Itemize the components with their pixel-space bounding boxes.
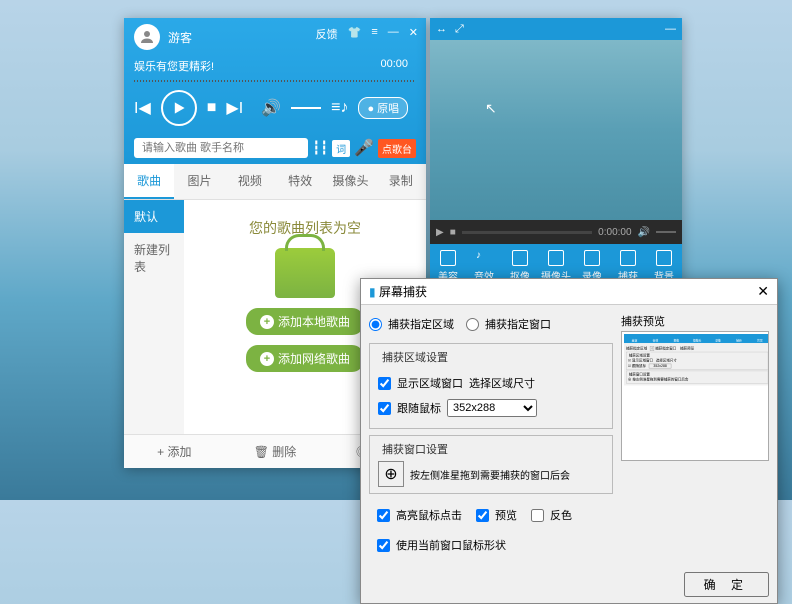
equalizer-icon[interactable]: ┇┇ [312, 140, 328, 156]
ok-button[interactable]: 确 定 [684, 572, 769, 597]
video-stop-button[interactable]: ■ [450, 227, 456, 238]
menu-icon[interactable]: ≡ [371, 26, 377, 42]
player-tabs: 歌曲 图片 视频 特效 摄像头 录制 [124, 164, 426, 200]
record-icon [584, 250, 600, 266]
drag-hint-text: 按左侧准星拖到需要捕获的窗口后会 [410, 467, 570, 482]
tab-image[interactable]: 图片 [174, 164, 224, 199]
tab-camera[interactable]: 摄像头 [325, 164, 375, 199]
size-label: 选择区域尺寸 [469, 375, 535, 391]
stop-button[interactable]: ■ [207, 99, 217, 117]
shirt-icon[interactable]: 👕 [348, 26, 362, 42]
player-header: 游客 反馈 👕 ≡ — ✕ 娱乐有您更精彩! 00:00 I◀ ■ ▶I 🔊 ≡… [124, 18, 426, 164]
background-icon [656, 250, 672, 266]
radio-capture-region[interactable]: 捕获指定区域 [369, 316, 454, 332]
capture-icon [620, 250, 636, 266]
screen-capture-dialog: ▮ 屏幕捕获 ✕ 捕获指定区域 捕获指定窗口 捕获区域设置 显示区域窗口 选择区… [360, 278, 778, 604]
close-icon[interactable]: ✕ [409, 26, 418, 42]
video-minimize-icon[interactable]: — [665, 23, 676, 35]
beauty-icon [440, 250, 456, 266]
tab-record[interactable]: 录制 [376, 164, 426, 199]
dialog-title: 屏幕捕获 [379, 285, 427, 299]
live-badge[interactable]: 点歌台 [378, 139, 416, 158]
check-use-cursor[interactable]: 使用当前窗口鼠标形状 [377, 537, 506, 553]
add-network-button[interactable]: +添加网络歌曲 [246, 345, 364, 372]
check-highlight-click[interactable]: 高亮鼠标点击 [377, 507, 462, 523]
check-preview[interactable]: 预览 [476, 507, 517, 523]
sidebar-item-newlist[interactable]: 新建列表 [124, 233, 184, 283]
sidebar-item-default[interactable]: 默认 [124, 200, 184, 233]
playlist-sidebar: 默认 新建列表 [124, 200, 184, 434]
volume-slider[interactable] [291, 107, 321, 109]
next-button[interactable]: ▶I [226, 98, 243, 118]
slogan-text: 娱乐有您更精彩! [134, 58, 214, 74]
original-vocal-toggle[interactable]: ● 原唱 [358, 97, 408, 119]
cursor-icon: ↖ [485, 100, 497, 117]
video-volume-icon[interactable]: 🔊 [638, 227, 650, 238]
check-follow-mouse[interactable]: 跟随鼠标 [378, 400, 441, 416]
region-settings-group: 捕获区域设置 显示区域窗口 选择区域尺寸 跟随鼠标 352x288 [369, 343, 613, 429]
video-play-button[interactable]: ▶ [436, 227, 444, 238]
tab-video[interactable]: 视频 [225, 164, 275, 199]
playlist-icon[interactable]: ≡♪ [331, 99, 348, 117]
time-display: 00:00 [380, 58, 408, 74]
dialog-titlebar: ▮ 屏幕捕获 ✕ [361, 279, 777, 305]
camera-icon [548, 250, 564, 266]
prev-button[interactable]: I◀ [134, 98, 151, 118]
capture-preview: 美容音效抠像摄像头录像捕获背景 捕获指定区域 ○ 捕获指定窗口 捕获预览 捕获区… [621, 331, 769, 461]
play-button[interactable] [161, 90, 197, 126]
video-titlebar: ↔ ⤢ — [430, 18, 682, 40]
matting-icon [512, 250, 528, 266]
feedback-link[interactable]: 反馈 [316, 26, 338, 42]
footer-delete[interactable]: 🗑 删除 [225, 435, 326, 468]
expand-icon[interactable]: ⤢ [455, 23, 464, 36]
mic-icon[interactable]: 🎤 [354, 138, 374, 158]
video-display: ↖ [430, 40, 682, 220]
username: 游客 [168, 29, 192, 46]
back-arrow-icon[interactable]: ↔ [436, 23, 447, 35]
radio-capture-window[interactable]: 捕获指定窗口 [466, 316, 551, 332]
crosshair-picker[interactable]: ⊕ [378, 461, 404, 487]
search-input[interactable] [134, 138, 308, 158]
video-player-window: ↔ ⤢ — ↖ ▶ ■ 0:00:00 🔊 美容 ♪音效 抠像 摄像头 录像 捕… [430, 18, 682, 288]
window-settings-group: 捕获窗口设置 ⊕ 按左侧准星拖到需要捕获的窗口后会 [369, 435, 613, 494]
tab-effect[interactable]: 特效 [275, 164, 325, 199]
progress-bar[interactable] [134, 80, 416, 82]
basket-icon [275, 248, 335, 298]
check-invert[interactable]: 反色 [531, 507, 572, 523]
video-seek-bar[interactable] [462, 231, 592, 234]
lyric-button[interactable]: 词 [332, 140, 350, 157]
tab-song[interactable]: 歌曲 [124, 164, 174, 199]
video-time: 0:00:00 [598, 227, 631, 238]
preview-label: 捕获预览 [621, 313, 769, 329]
video-controls: ▶ ■ 0:00:00 🔊 [430, 220, 682, 244]
sound-icon: ♪ [476, 250, 492, 266]
dialog-close-icon[interactable]: ✕ [757, 283, 769, 300]
footer-add[interactable]: + 添加 [124, 435, 225, 468]
add-local-button[interactable]: +添加本地歌曲 [246, 308, 364, 335]
check-show-region-window[interactable]: 显示区域窗口 [378, 375, 463, 391]
avatar[interactable] [134, 24, 160, 50]
playback-controls: I◀ ■ ▶I 🔊 ≡♪ ● 原唱 [134, 84, 416, 132]
volume-icon[interactable]: 🔊 [261, 98, 281, 118]
minimize-icon[interactable]: — [388, 26, 399, 42]
video-volume-slider[interactable] [656, 231, 676, 233]
region-size-select[interactable]: 352x288 [447, 399, 537, 417]
